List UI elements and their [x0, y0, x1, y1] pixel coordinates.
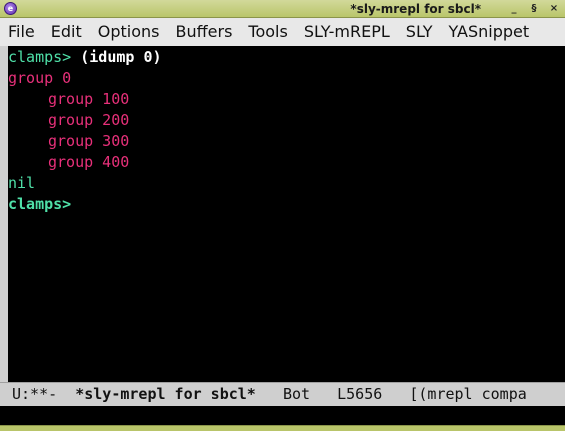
window-title: *sly-mrepl for sbcl*	[350, 2, 481, 16]
menu-sly[interactable]: SLY	[406, 18, 433, 46]
repl-output-line: group 300	[48, 132, 130, 150]
window-controls: _ § ×	[507, 1, 561, 17]
modeline-buffer-name[interactable]: *sly-mrepl for sbcl*	[75, 385, 256, 403]
menu-sly-mrepl[interactable]: SLY-mREPL	[304, 18, 390, 46]
modeline-position: Bot	[282, 385, 311, 403]
menu-yasnippet[interactable]: YASnippet	[449, 18, 530, 46]
repl-buffer[interactable]: clamps> (idump 0) group 0 group 100 grou…	[0, 46, 565, 382]
mode-line[interactable]: U:**- *sly-mrepl for sbcl* Bot L5656 [(m…	[0, 382, 565, 406]
modeline-status: U:**-	[12, 385, 58, 403]
repl-output-line: group 400	[48, 153, 130, 171]
window-bottom-border	[0, 425, 565, 431]
modeline-line-number: L5656	[337, 385, 383, 403]
repl-command: (idump 0)	[80, 48, 162, 66]
minimize-icon[interactable]: _	[507, 2, 521, 16]
repl-prompt: clamps>	[8, 48, 72, 66]
repl-current-line[interactable]: clamps>	[8, 194, 565, 215]
repl-input-line: clamps> (idump 0)	[8, 47, 565, 68]
menu-buffers[interactable]: Buffers	[176, 18, 233, 46]
menu-options[interactable]: Options	[98, 18, 160, 46]
repl-output-line: group 0	[8, 69, 72, 87]
repl-output-line: group 200	[48, 111, 130, 129]
minibuffer[interactable]	[0, 406, 565, 425]
menu-file[interactable]: File	[8, 18, 35, 46]
repl-prompt-current: clamps>	[8, 195, 72, 213]
close-icon[interactable]: ×	[547, 2, 561, 16]
title-bar[interactable]: e *sly-mrepl for sbcl* _ § ×	[0, 0, 565, 18]
maximize-icon[interactable]: §	[527, 2, 541, 16]
modeline-modes[interactable]: [(mrepl compa	[409, 385, 526, 403]
emacs-window: e *sly-mrepl for sbcl* _ § × File Edit O…	[0, 0, 565, 431]
emacs-icon[interactable]: e	[4, 2, 17, 15]
menu-tools[interactable]: Tools	[248, 18, 287, 46]
menu-edit[interactable]: Edit	[51, 18, 82, 46]
repl-output-line: group 100	[48, 90, 130, 108]
menu-bar: File Edit Options Buffers Tools SLY-mREP…	[0, 18, 565, 46]
repl-result: nil	[8, 174, 36, 192]
